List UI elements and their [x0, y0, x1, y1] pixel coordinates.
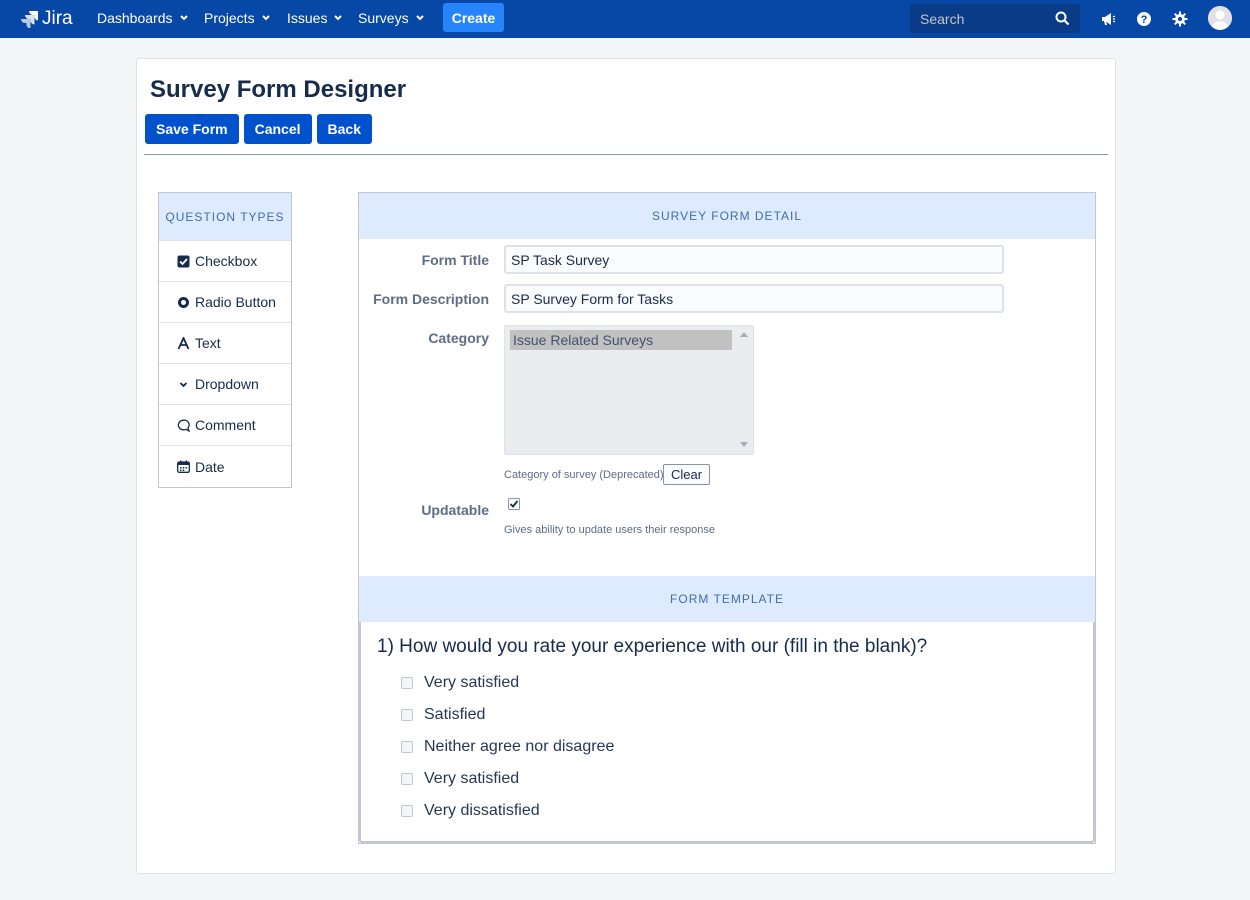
chevron-down-icon: [176, 377, 190, 391]
form-template-header: FORM TEMPLATE: [359, 576, 1095, 622]
category-help-text: Category of survey (Deprecated): [504, 469, 664, 481]
answer-checkbox[interactable]: [401, 773, 413, 785]
question-type-label: Checkbox: [195, 253, 258, 269]
nav-label: Surveys: [358, 10, 409, 26]
calendar-icon: [176, 460, 190, 474]
chevron-down-icon: [415, 15, 424, 21]
divider: [144, 154, 1108, 155]
search-box: [910, 4, 1080, 33]
question-type-dropdown[interactable]: Dropdown: [159, 364, 291, 405]
question-type-checkbox[interactable]: Checkbox: [159, 241, 291, 282]
logo-text: Jira: [42, 8, 73, 29]
answer-checkbox[interactable]: [401, 805, 413, 817]
question-type-date[interactable]: Date: [159, 446, 291, 487]
megaphone-icon: [1102, 13, 1116, 25]
form-title-label: Form Title: [421, 252, 489, 268]
answer-option[interactable]: Neither agree nor disagree: [401, 738, 614, 756]
updatable-checkbox[interactable]: [508, 498, 520, 510]
nav-surveys[interactable]: Surveys: [358, 10, 425, 26]
search-input[interactable]: [920, 10, 1050, 27]
updatable-help-text: Gives ability to update users their resp…: [504, 524, 715, 536]
survey-form-detail-panel: SURVEY FORM DETAIL Form Title Form Descr…: [358, 192, 1096, 844]
checkmark-icon: [509, 500, 519, 508]
jira-logo-icon: [21, 11, 38, 28]
back-button[interactable]: Back: [316, 114, 372, 144]
question-type-label: Comment: [195, 417, 256, 433]
answer-option[interactable]: Very dissatisfied: [401, 802, 540, 820]
save-form-button[interactable]: Save Form: [145, 114, 239, 144]
question-text: 1) How would you rate your experience wi…: [377, 636, 928, 657]
form-title-input[interactable]: [504, 245, 1004, 274]
radio-icon: [176, 295, 190, 309]
help-button[interactable]: ?: [1134, 9, 1154, 29]
question-type-label: Date: [195, 458, 225, 475]
question-type-text[interactable]: Text: [159, 323, 291, 364]
question-type-radio-button[interactable]: Radio Button: [159, 282, 291, 323]
question-type-label: Dropdown: [195, 376, 259, 392]
nav-label: Dashboards: [97, 10, 173, 26]
category-option[interactable]: Issue Related Surveys: [510, 330, 732, 350]
nav-label: Projects: [204, 10, 255, 26]
comment-icon: [176, 418, 190, 432]
notifications-button[interactable]: [1098, 9, 1118, 29]
avatar[interactable]: [1208, 6, 1232, 30]
answer-label: Very dissatisfied: [424, 802, 540, 819]
text-icon: [176, 336, 190, 350]
scroll-up-arrow[interactable]: [740, 332, 748, 337]
form-description-label: Form Description: [373, 291, 489, 307]
jira-logo[interactable]: Jira: [20, 8, 73, 30]
main-card: Survey Form Designer Save Form Cancel Ba…: [136, 58, 1116, 874]
category-listbox[interactable]: Issue Related Surveys: [504, 325, 754, 455]
answer-label: Very satisfied: [424, 674, 520, 691]
answer-label: Neither agree nor disagree: [424, 738, 615, 755]
cancel-button[interactable]: Cancel: [243, 114, 312, 144]
nav-dashboards[interactable]: Dashboards: [97, 10, 189, 26]
help-icon: ?: [1137, 12, 1151, 26]
form-template-preview: 1) How would you rate your experience wi…: [359, 622, 1095, 843]
updatable-label: Updatable: [421, 502, 489, 518]
category-label: Category: [428, 330, 489, 346]
top-navigation-bar: Jira Dashboards Projects Issues Surveys …: [0, 0, 1250, 38]
search-icon[interactable]: [1055, 11, 1070, 26]
clear-button[interactable]: Clear: [663, 464, 711, 485]
action-buttons: Save Form Cancel Back: [145, 114, 372, 144]
answer-checkbox[interactable]: [401, 677, 413, 689]
survey-form-detail-header: SURVEY FORM DETAIL: [359, 193, 1095, 239]
answer-label: Satisfied: [424, 706, 486, 723]
answer-option[interactable]: Very satisfied: [401, 674, 519, 692]
page-title: Survey Form Designer: [150, 76, 407, 103]
nav-projects[interactable]: Projects: [204, 10, 271, 26]
gear-icon: [1172, 11, 1188, 27]
user-avatar-icon: [1208, 6, 1232, 30]
answer-checkbox[interactable]: [401, 741, 413, 753]
question-types-header: QUESTION TYPES: [159, 193, 291, 241]
question-type-label: Radio Button: [195, 294, 276, 310]
answer-option[interactable]: Satisfied: [401, 706, 485, 724]
nav-label: Issues: [287, 10, 328, 26]
svg-text:?: ?: [1141, 14, 1148, 26]
scroll-down-arrow[interactable]: [740, 442, 748, 447]
chevron-down-icon: [179, 15, 188, 21]
question-type-comment[interactable]: Comment: [159, 405, 291, 446]
form-description-input[interactable]: [504, 284, 1004, 313]
answer-option[interactable]: Very satisfied: [401, 770, 519, 788]
settings-button[interactable]: [1170, 9, 1190, 29]
checkbox-icon: [176, 254, 190, 268]
answer-label: Very satisfied: [424, 770, 520, 787]
question-types-panel: QUESTION TYPES Checkbox Radio Button Tex…: [158, 192, 292, 488]
chevron-down-icon: [261, 15, 270, 21]
chevron-down-icon: [334, 15, 343, 21]
create-button[interactable]: Create: [443, 3, 504, 32]
answer-checkbox[interactable]: [401, 709, 413, 721]
question-type-label: Text: [195, 335, 221, 351]
nav-issues[interactable]: Issues: [287, 10, 343, 26]
